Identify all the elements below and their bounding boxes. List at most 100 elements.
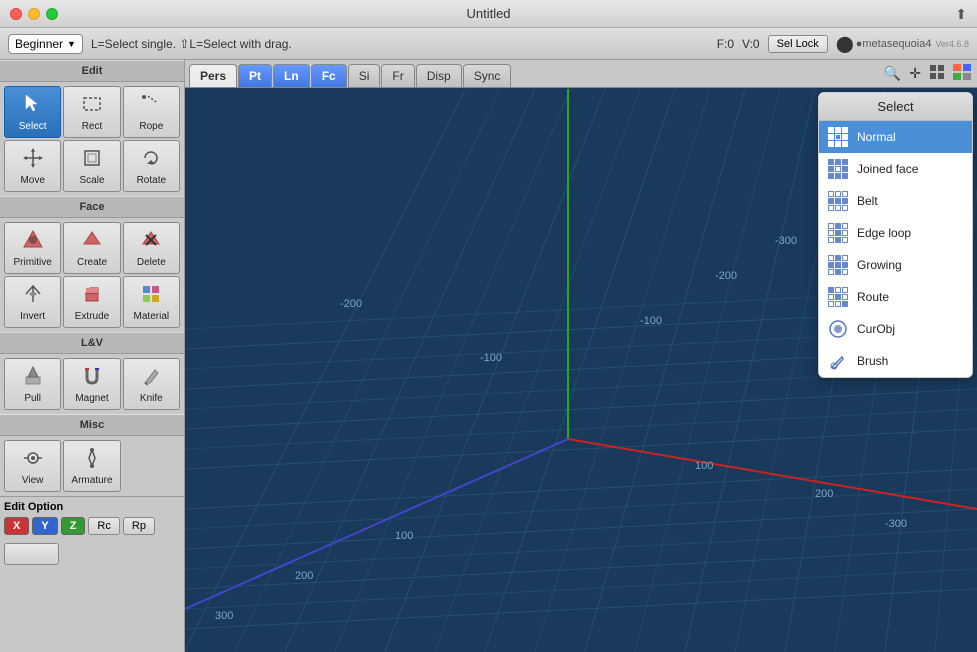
select-growing-item[interactable]: Growing [819,249,972,281]
select-route-item[interactable]: Route [819,281,972,313]
scale-tool-icon [81,147,103,173]
growing-icon [827,254,849,276]
joined-face-icon [827,158,849,180]
rope-tool-button[interactable]: Rope [123,86,180,138]
select-joined-face-item[interactable]: Joined face [819,153,972,185]
knife-tool-button[interactable]: Knife [123,358,180,410]
mode-label: Beginner [15,37,63,51]
scale-tool-button[interactable]: Scale [63,140,120,192]
bottom-button-area [0,539,184,569]
rotate-tool-icon [140,147,162,173]
pull-tool-icon [22,365,44,391]
move-tool-icon [22,147,44,173]
logo-text: ●metasequoia4 [856,38,932,50]
face-section-header: Face [0,196,184,218]
curobj-label: CurObj [857,322,895,336]
edit-option-section: Edit Option X Y Z Rc Rp [0,496,184,539]
create-tool-button[interactable]: Create [63,222,120,274]
tabbar: Pers Pt Ln Fc Si Fr Disp Sync 🔍 ✛ [185,60,977,88]
search-icon[interactable]: 🔍 [882,63,903,84]
x-axis-button[interactable]: X [4,517,29,535]
tab-ln[interactable]: Ln [273,64,310,87]
close-button[interactable] [10,8,22,20]
tab-fc[interactable]: Fc [311,64,347,87]
delete-tool-button[interactable]: Delete [123,222,180,274]
rect-tool-label: Rect [82,121,103,132]
tab-disp[interactable]: Disp [416,64,462,87]
toolbar: Beginner ▼ L=Select single. ⇧L=Select wi… [0,28,977,60]
face-tool-grid: Primitive Create [0,218,184,332]
rotate-tool-label: Rotate [137,175,166,186]
curobj-icon [827,318,849,340]
edit-option-label: Edit Option [4,501,180,513]
select-belt-item[interactable]: Belt [819,185,972,217]
material-tool-button[interactable]: Material [123,276,180,328]
extra-btn-1[interactable] [4,543,59,565]
scale-tool-label: Scale [79,175,104,186]
svg-text:-300: -300 [775,235,797,247]
window-title: Untitled [466,6,510,21]
layout-icon[interactable] [951,62,973,85]
z-axis-button[interactable]: Z [61,517,86,535]
viewport-area: Pers Pt Ln Fc Si Fr Disp Sync 🔍 ✛ [185,60,977,652]
app-logo: ⬤ ●metasequoia4 Ver4.6.8 [836,34,969,54]
select-normal-item[interactable]: Normal [819,121,972,153]
viewport[interactable]: -300 -200 -100 -200 -100 100 200 100 200… [185,88,977,652]
rotate-tool-button[interactable]: Rotate [123,140,180,192]
main-layout: Edit Select Rect Rope [0,60,977,652]
rp-button[interactable]: Rp [123,517,155,535]
growing-label: Growing [857,258,902,272]
select-tool-button[interactable]: Select [4,86,61,138]
belt-icon [827,190,849,212]
select-panel-header: Select [819,93,972,121]
invert-tool-button[interactable]: Invert [4,276,61,328]
pull-tool-label: Pull [24,393,41,404]
tab-sync[interactable]: Sync [463,64,512,87]
minimize-button[interactable] [28,8,40,20]
fullscreen-button[interactable] [46,8,58,20]
create-tool-icon [81,229,103,255]
select-tool-label: Select [19,121,47,132]
extrude-tool-icon [81,283,103,309]
tab-pers[interactable]: Pers [189,64,237,87]
select-brush-item[interactable]: Brush [819,345,972,377]
svg-text:300: 300 [215,610,233,622]
lv-section-header: L&V [0,332,184,354]
route-label: Route [857,290,889,304]
invert-tool-icon [22,283,44,309]
left-panel: Edit Select Rect Rope [0,60,185,652]
move-tool-button[interactable]: Move [4,140,61,192]
svg-text:200: 200 [295,570,313,582]
tab-pt[interactable]: Pt [238,64,272,87]
rc-button[interactable]: Rc [88,517,119,535]
extrude-tool-button[interactable]: Extrude [63,276,120,328]
normal-icon [827,126,849,148]
view-tool-label: View [22,475,44,486]
edge-loop-icon [827,222,849,244]
joined-face-label: Joined face [857,162,918,176]
select-edge-loop-item[interactable]: Edge loop [819,217,972,249]
svg-text:100: 100 [395,530,413,542]
primitive-tool-icon [22,229,44,255]
rect-tool-button[interactable]: Rect [63,86,120,138]
tab-si[interactable]: Si [348,64,381,87]
view-tool-button[interactable]: View [4,440,61,492]
move-view-icon[interactable]: ✛ [907,63,923,84]
grid-view-icon[interactable] [927,62,947,85]
pull-tool-button[interactable]: Pull [4,358,61,410]
select-curobj-item[interactable]: CurObj [819,313,972,345]
armature-tool-button[interactable]: Armature [63,440,120,492]
traffic-lights [10,8,58,20]
delete-tool-icon [140,229,162,255]
rect-tool-icon [81,93,103,119]
knife-tool-label: Knife [140,393,163,404]
invert-tool-label: Invert [20,311,45,322]
primitive-tool-button[interactable]: Primitive [4,222,61,274]
normal-label: Normal [857,130,896,144]
y-axis-button[interactable]: Y [32,517,57,535]
tab-fr[interactable]: Fr [381,64,414,87]
magnet-tool-button[interactable]: Magnet [63,358,120,410]
sel-lock-button[interactable]: Sel Lock [768,35,828,53]
mode-dropdown[interactable]: Beginner ▼ [8,34,83,54]
svg-text:-200: -200 [715,270,737,282]
